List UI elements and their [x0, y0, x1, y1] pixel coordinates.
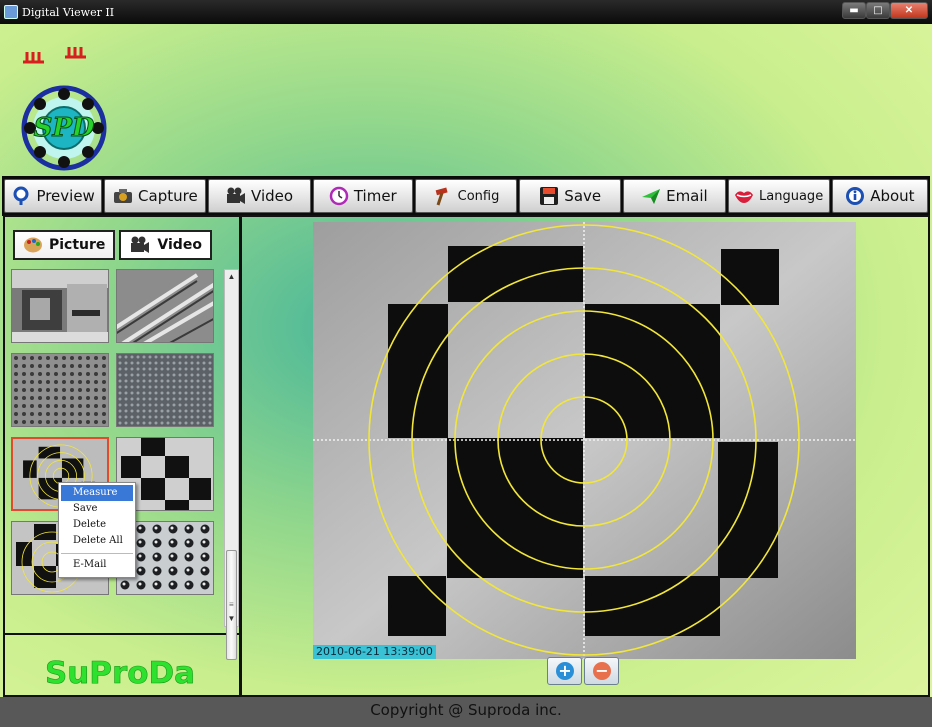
config-label: Config	[457, 188, 500, 204]
config-button[interactable]: Config	[414, 179, 518, 213]
save-label: Save	[564, 187, 602, 205]
capture-button[interactable]: Capture	[104, 179, 207, 213]
paper-plane-icon	[642, 189, 661, 204]
app-window: Digital Viewer II ▬ □ ✕ SPD Preview Capt…	[0, 0, 932, 727]
zoom-out-symbol: −	[595, 661, 608, 680]
scroll-down-arrow[interactable]: ▼	[225, 612, 238, 626]
status-bar: Copyright @ Suproda inc.	[0, 697, 932, 727]
thumbnail-needles[interactable]	[116, 269, 214, 343]
zoom-out-button[interactable]: −	[584, 657, 619, 685]
language-button[interactable]: Language	[727, 179, 830, 213]
app-icon	[4, 5, 18, 19]
gallery-tabs: Picture Video	[13, 230, 212, 260]
video-label: Video	[251, 187, 294, 205]
camera-icon	[114, 189, 133, 203]
minimize-button[interactable]: ▬	[842, 2, 866, 19]
about-label: About	[870, 187, 915, 205]
header-banner: SPD	[2, 24, 930, 176]
zoom-in-icon: +	[555, 661, 574, 680]
thumbnail-metal-part[interactable]	[11, 269, 109, 343]
tab-video-label: Video	[157, 237, 202, 253]
menu-item-measure[interactable]: Measure	[61, 485, 133, 501]
brand-panel: SuProDa	[3, 635, 241, 697]
clock-icon	[329, 186, 349, 206]
tab-picture-label: Picture	[49, 237, 106, 253]
window-title: Digital Viewer II	[22, 6, 115, 19]
magnifier-icon	[13, 186, 29, 205]
close-button[interactable]: ✕	[890, 2, 928, 19]
palette-icon	[24, 237, 42, 253]
video-camera-icon	[227, 187, 246, 204]
menu-item-delete[interactable]: Delete	[59, 517, 135, 533]
gallery-scrollbar[interactable]: ▲ ≡ ▼	[224, 269, 239, 660]
menu-separator	[61, 553, 133, 554]
thumbnail-knurled-dark[interactable]	[116, 353, 214, 427]
viewer-panel: 2010-06-21 13:39:00 + −	[240, 215, 930, 697]
tab-picture[interactable]: Picture	[13, 230, 116, 260]
menu-item-email[interactable]: E-Mail	[59, 557, 135, 573]
camera-preview[interactable]: 2010-06-21 13:39:00	[313, 222, 856, 659]
capture-label: Capture	[138, 187, 198, 205]
save-button[interactable]: Save	[519, 179, 622, 213]
info-icon	[846, 187, 865, 205]
timer-button[interactable]: Timer	[312, 179, 413, 213]
menu-item-delete-all[interactable]: Delete All	[59, 533, 135, 549]
capture-timestamp: 2010-06-21 13:39:00	[313, 645, 436, 659]
thumbnail-knurled-grey[interactable]	[11, 353, 109, 427]
floppy-icon	[540, 187, 559, 205]
lips-icon	[735, 191, 754, 203]
logo-text: SPD	[34, 113, 95, 143]
zoom-out-icon: −	[592, 661, 611, 680]
scroll-grip-icon: ≡	[229, 600, 234, 609]
about-button[interactable]: About	[831, 179, 929, 213]
maximize-button[interactable]: □	[866, 2, 890, 19]
zoom-controls: + −	[547, 657, 619, 685]
video-button[interactable]: Video	[208, 179, 311, 213]
preview-label: Preview	[36, 187, 95, 205]
zoom-in-button[interactable]: +	[547, 657, 582, 685]
main-toolbar: Preview Capture Video Timer Config Save …	[2, 176, 930, 216]
timer-label: Timer	[353, 187, 397, 205]
menu-item-save[interactable]: Save	[59, 501, 135, 517]
spd-logo: SPD	[21, 47, 107, 171]
scroll-up-arrow[interactable]: ▲	[225, 270, 238, 284]
zoom-in-symbol: +	[558, 661, 571, 680]
title-bar: Digital Viewer II ▬ □ ✕	[0, 0, 932, 24]
email-button[interactable]: Email	[623, 179, 726, 213]
preview-button[interactable]: Preview	[4, 179, 103, 213]
hammer-icon	[435, 187, 448, 206]
suproda-logo: SuProDa	[45, 656, 195, 689]
language-label: Language	[759, 188, 824, 204]
thumbnail-context-menu: Measure Save Delete Delete All E-Mail	[58, 482, 136, 578]
brand-text: SuProDa	[45, 656, 195, 689]
email-label: Email	[666, 187, 708, 205]
tab-video[interactable]: Video	[119, 230, 212, 260]
preview-image	[313, 222, 856, 659]
video-camera-icon	[131, 236, 150, 253]
